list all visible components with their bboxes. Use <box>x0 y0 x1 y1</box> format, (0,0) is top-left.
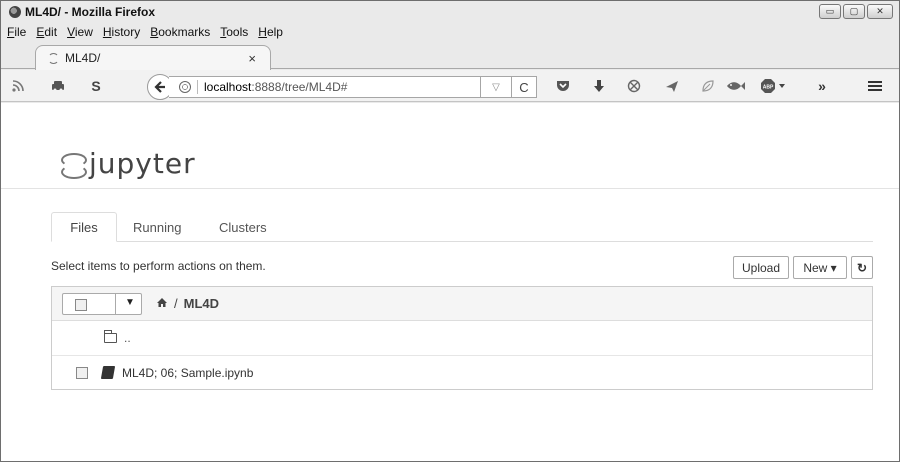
breadcrumb-dir[interactable]: ML4D <box>184 296 219 311</box>
jupyter-logo-text: jupyter <box>89 147 196 180</box>
url-dropdown-icon[interactable]: ▽ <box>481 76 511 98</box>
url-host: localhost <box>204 80 252 94</box>
page-viewport: jupyter Files Running Clusters Select it… <box>1 103 899 461</box>
jupyter-header: jupyter <box>1 103 899 189</box>
window-controls: ▭ ▢ ✕ <box>819 4 893 19</box>
file-list: ▼ / ML4D .. ML4D; 06; Sample.ipynb <box>51 286 873 390</box>
item-checkbox[interactable] <box>76 367 88 379</box>
browser-window: ML4D/ - Mozilla Firefox ▭ ▢ ✕ File Edit … <box>0 0 900 462</box>
hamburger-menu-icon[interactable] <box>866 77 884 95</box>
menu-help[interactable]: Help <box>258 25 283 39</box>
tab-running[interactable]: Running <box>133 212 181 242</box>
select-divider <box>115 294 116 314</box>
url-path: :8888/tree/ML4D# <box>251 80 348 94</box>
url-separator <box>197 80 198 94</box>
close-window-button[interactable]: ✕ <box>867 4 893 19</box>
select-all-dropdown[interactable]: ▼ <box>62 293 142 315</box>
leaf-icon[interactable] <box>699 77 717 95</box>
overflow-icon[interactable]: » <box>813 77 831 95</box>
jupyter-favicon-icon <box>48 52 59 64</box>
menu-bookmarks[interactable]: Bookmarks <box>150 25 210 39</box>
new-dropdown-button[interactable]: New ▾ <box>793 256 847 279</box>
title-bar: ML4D/ - Mozilla Firefox ▭ ▢ ✕ <box>1 1 899 23</box>
select-instructions: Select items to perform actions on them. <box>51 259 266 273</box>
notebook-link[interactable]: ML4D; 06; Sample.ipynb <box>122 366 253 380</box>
s-icon[interactable]: S <box>87 77 105 95</box>
site-info-icon[interactable] <box>179 81 191 93</box>
window-title: ML4D/ - Mozilla Firefox <box>25 5 156 19</box>
file-list-header: ▼ / ML4D <box>52 287 872 321</box>
pocket-icon[interactable] <box>554 77 572 95</box>
menu-view[interactable]: View <box>67 25 93 39</box>
upload-button[interactable]: Upload <box>733 256 789 279</box>
send-icon[interactable] <box>663 77 681 95</box>
reload-button[interactable]: C <box>511 76 537 98</box>
minimize-button[interactable]: ▭ <box>819 4 841 19</box>
rss-icon[interactable] <box>9 77 27 95</box>
menu-bar: File Edit View History Bookmarks Tools H… <box>1 23 899 41</box>
maximize-button[interactable]: ▢ <box>843 4 865 19</box>
menu-history[interactable]: History <box>103 25 140 39</box>
fish-icon[interactable] <box>723 77 751 95</box>
jupyter-logo[interactable]: jupyter <box>61 147 196 180</box>
menu-edit[interactable]: Edit <box>36 25 57 39</box>
menu-file[interactable]: File <box>7 25 26 39</box>
folder-icon <box>104 330 117 343</box>
select-all-checkbox[interactable] <box>75 299 87 311</box>
parent-dir-link[interactable]: .. <box>124 331 131 345</box>
tab-label: ML4D/ <box>65 51 101 65</box>
breadcrumb: / ML4D <box>156 296 219 311</box>
download-icon[interactable] <box>590 77 608 95</box>
navigation-toolbar: S localhost :8888/tree/ML4D# ▽ C ABP » <box>1 70 899 102</box>
list-item[interactable]: ML4D; 06; Sample.ipynb <box>52 356 872 391</box>
svg-text:ABP: ABP <box>763 85 774 91</box>
home-icon[interactable] <box>156 297 168 311</box>
tab-files[interactable]: Files <box>51 212 117 242</box>
close-tab-icon[interactable]: × <box>248 51 256 66</box>
list-item[interactable]: .. <box>52 321 872 356</box>
menu-tools[interactable]: Tools <box>220 25 248 39</box>
adblock-icon[interactable]: ABP <box>759 77 787 95</box>
firefox-logo-icon <box>9 6 21 18</box>
tab-clusters[interactable]: Clusters <box>219 212 267 242</box>
caret-down-icon[interactable]: ▼ <box>125 297 135 308</box>
refresh-button[interactable]: ↻ <box>851 256 873 279</box>
browser-tab[interactable]: ML4D/ × <box>35 45 271 70</box>
breadcrumb-separator: / <box>174 296 178 311</box>
blocked-icon[interactable] <box>625 77 643 95</box>
tab-strip: ML4D/ × <box>1 41 899 70</box>
jupyter-logo-icon <box>61 152 87 179</box>
url-bar[interactable]: localhost :8888/tree/ML4D# <box>169 76 481 98</box>
car-icon[interactable] <box>49 77 67 95</box>
notebook-icon <box>100 366 116 379</box>
jupyter-tabs: Files Running Clusters <box>51 212 873 242</box>
